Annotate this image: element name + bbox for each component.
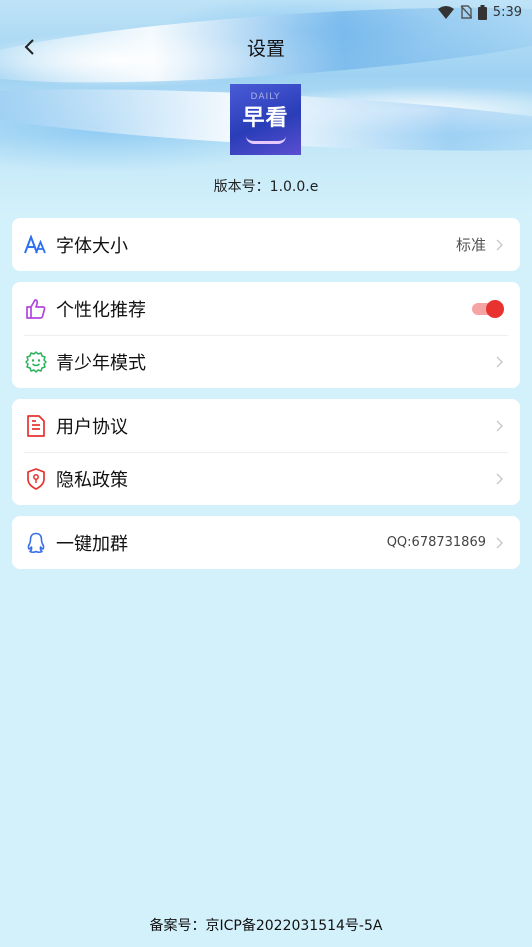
thumbs-up-icon <box>24 297 48 321</box>
user-agreement-label: 用户协议 <box>56 416 128 438</box>
qq-number: QQ:678731869 <box>386 535 486 550</box>
font-size-value: 标准 <box>455 236 486 254</box>
qq-icon <box>24 531 48 555</box>
font-size-label: 字体大小 <box>56 235 128 257</box>
join-group-label: 一键加群 <box>56 533 128 555</box>
icp-record: 备案号：京ICP备2022031514号-5A <box>149 918 383 934</box>
logo-name: 早看 <box>242 105 289 131</box>
app-version: 版本号：1.0.0.e <box>213 179 319 195</box>
font-size-row[interactable]: 字体大小 标准 <box>12 218 520 271</box>
no-sim-icon <box>460 5 472 19</box>
preference-card: 个性化推荐 青少年模式 <box>12 282 520 388</box>
privacy-policy-row[interactable]: 隐私政策 <box>12 452 520 505</box>
wifi-icon <box>437 5 454 19</box>
personalized-label: 个性化推荐 <box>56 299 146 321</box>
teen-mode-row[interactable]: 青少年模式 <box>12 335 520 388</box>
chevron-right-icon <box>496 239 503 250</box>
smiley-face-icon <box>24 350 48 374</box>
app-logo: DAILY 早看 <box>230 84 301 155</box>
legal-card: 用户协议 隐私政策 <box>12 399 520 505</box>
font-size-card: 字体大小 标准 <box>12 218 520 271</box>
status-bar: 5:39 <box>0 0 532 24</box>
chevron-right-icon <box>496 473 503 484</box>
font-size-icon <box>24 233 48 257</box>
shield-icon <box>24 467 48 491</box>
page-title: 设置 <box>246 38 285 60</box>
personalized-toggle[interactable] <box>472 299 504 318</box>
personalized-row: 个性化推荐 <box>12 282 520 335</box>
chevron-right-icon <box>496 420 503 431</box>
chevron-right-icon <box>496 537 503 548</box>
user-agreement-row[interactable]: 用户协议 <box>12 399 520 452</box>
logo-smile <box>245 136 286 144</box>
title-bar: 设置 <box>0 28 532 66</box>
toggle-knob <box>486 299 504 318</box>
join-group-row[interactable]: 一键加群 QQ:678731869 <box>12 516 520 569</box>
status-time: 5:39 <box>492 4 522 20</box>
document-icon <box>24 414 48 438</box>
join-group-card: 一键加群 QQ:678731869 <box>12 516 520 569</box>
privacy-policy-label: 隐私政策 <box>56 469 128 491</box>
battery-icon <box>477 4 487 20</box>
chevron-right-icon <box>496 356 503 367</box>
teen-mode-label: 青少年模式 <box>56 352 146 374</box>
